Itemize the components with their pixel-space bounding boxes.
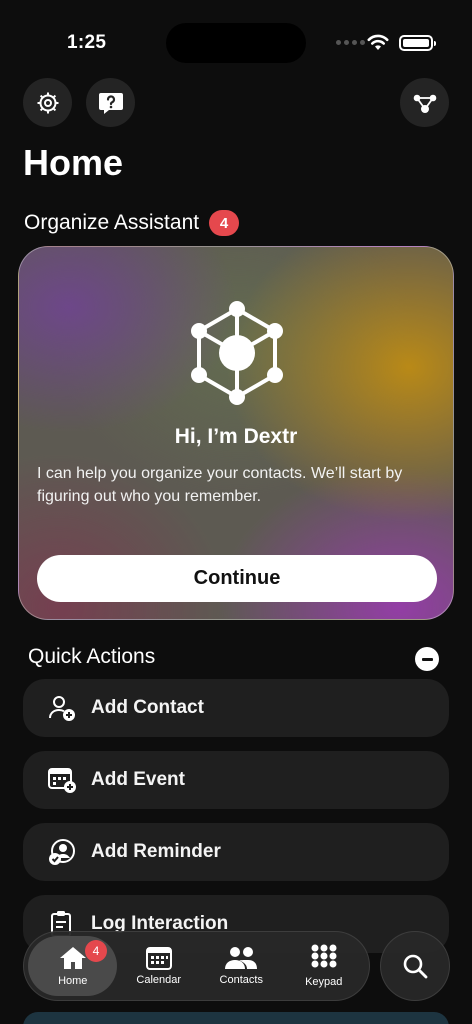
tab-home[interactable]: Home 4 xyxy=(28,936,118,996)
keypad-icon xyxy=(311,944,337,968)
assistant-card: Hi, I’m Dextr I can help you organize yo… xyxy=(18,246,454,620)
dextr-logo-icon xyxy=(191,301,283,405)
organize-assistant-label: Organize Assistant xyxy=(24,211,200,234)
status-bar: 1:25 xyxy=(0,0,472,80)
add-event-icon xyxy=(45,765,79,795)
question-bubble-icon xyxy=(98,92,123,114)
settings-button[interactable] xyxy=(23,78,72,127)
minus-icon xyxy=(421,657,433,661)
organize-assistant-heading: Organize Assistant 4 xyxy=(24,210,240,236)
add-event-label: Add Event xyxy=(91,769,185,790)
network-button[interactable] xyxy=(400,78,449,127)
battery-icon xyxy=(399,35,436,51)
search-button[interactable] xyxy=(380,931,450,1001)
home-badge: 4 xyxy=(85,940,107,962)
next-card-peek xyxy=(23,1012,449,1024)
search-icon xyxy=(403,954,428,979)
collapse-quick-actions-button[interactable] xyxy=(415,647,439,671)
house-icon xyxy=(59,947,86,969)
wifi-icon xyxy=(367,34,389,50)
people-icon xyxy=(225,947,258,969)
tab-contacts-label: Contacts xyxy=(219,974,263,986)
add-contact-label: Add Contact xyxy=(91,697,204,718)
add-reminder-action[interactable]: Add Reminder xyxy=(23,823,449,881)
assistant-card-title: Hi, I’m Dextr xyxy=(174,425,298,448)
tab-keypad-label: Keypad xyxy=(305,976,343,988)
gear-icon xyxy=(37,92,58,113)
add-contact-icon xyxy=(45,693,79,723)
assistant-count-badge: 4 xyxy=(209,210,240,236)
quick-actions-heading: Quick Actions xyxy=(28,645,156,668)
signal-icon xyxy=(336,40,365,45)
tab-keypad[interactable]: Keypad xyxy=(283,936,366,996)
help-button[interactable] xyxy=(86,78,135,127)
add-reminder-icon xyxy=(45,837,79,867)
add-event-action[interactable]: Add Event xyxy=(23,751,449,809)
add-reminder-label: Add Reminder xyxy=(91,841,221,862)
status-time: 1:25 xyxy=(67,32,107,53)
tab-calendar[interactable]: Calendar xyxy=(117,936,200,996)
assistant-card-body: I can help you organize your contacts. W… xyxy=(37,465,403,505)
tab-contacts[interactable]: Contacts xyxy=(200,936,283,996)
page-title: Home xyxy=(23,142,124,183)
network-icon xyxy=(413,94,436,113)
dynamic-island xyxy=(166,23,306,63)
tab-calendar-label: Calendar xyxy=(136,974,182,986)
calendar-icon xyxy=(145,947,172,970)
tab-home-label: Home xyxy=(58,975,88,987)
tab-bar: Home 4 Calendar Contacts Keypad xyxy=(23,931,370,1001)
continue-button[interactable]: Continue xyxy=(37,555,437,602)
add-contact-action[interactable]: Add Contact xyxy=(23,679,449,737)
